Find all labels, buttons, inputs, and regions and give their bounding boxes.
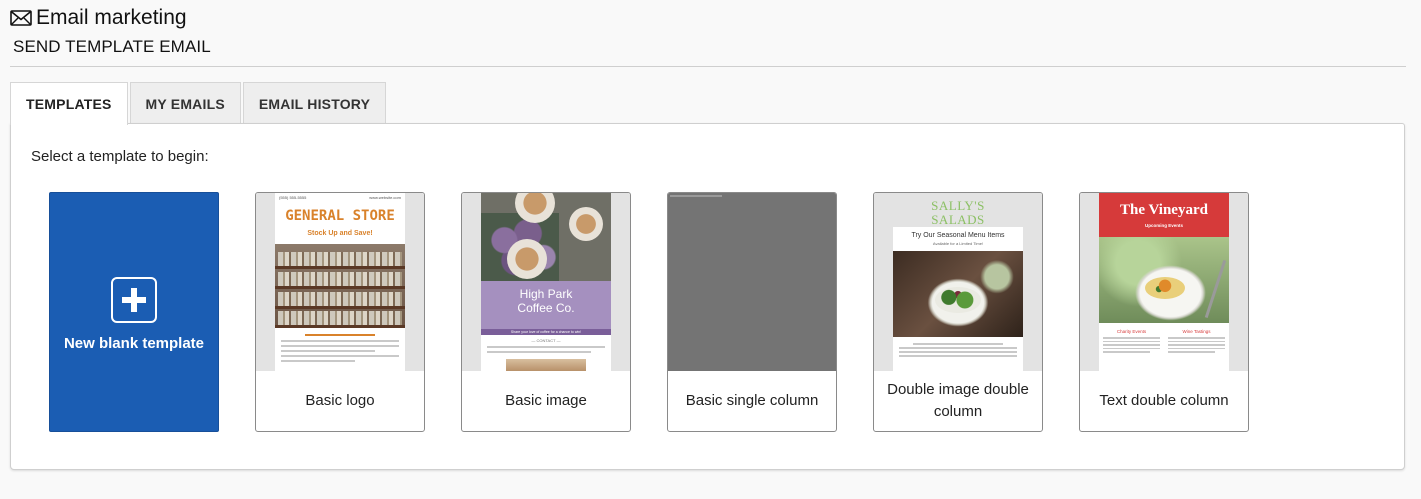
template-card-basic-single-column[interactable]: Basic single column	[667, 192, 837, 432]
preview-title-line1: High Park	[519, 287, 573, 301]
preview-pasta-image	[1099, 237, 1229, 323]
tab-my-emails[interactable]: MY EMAILS	[129, 82, 241, 124]
template-preview-basic-single-column	[668, 193, 836, 371]
preview-phone: (555) 555-5555	[279, 195, 307, 200]
envelope-icon	[10, 10, 32, 26]
plus-icon	[111, 276, 157, 323]
preview-tagline: Share your love of coffee for a chance t…	[481, 329, 611, 335]
preview-title-band: The Vineyard Upcoming Events	[1099, 193, 1229, 237]
preview-contact: — CONTACT —	[531, 338, 561, 343]
preview-col2-heading: Wine Tastings	[1182, 329, 1211, 334]
preview-page: Try Our Seasonal Menu Items Available fo…	[893, 227, 1023, 371]
preview-coffee-image	[481, 193, 611, 281]
template-preview-text-double-column: The Vineyard Upcoming Events Charity Eve…	[1080, 193, 1248, 371]
preview-page	[668, 193, 836, 371]
preview-topbar: (555) 555-5555 www.website.com	[275, 193, 405, 202]
preview-website: www.website.com	[369, 195, 401, 200]
tab-bar: TEMPLATES MY EMAILS EMAIL HISTORY	[10, 82, 387, 125]
preview-title: SALLY'S SALADS	[874, 193, 1042, 227]
new-blank-template-label: New blank template	[63, 334, 205, 352]
app-title-text: Email marketing	[36, 6, 187, 29]
template-name: Basic single column	[685, 392, 819, 409]
template-preview-basic-image: High Park Coffee Co. Share your love of …	[462, 193, 630, 371]
template-name: Text double column	[1099, 392, 1229, 409]
preview-headline: Try Our Seasonal Menu Items	[911, 232, 1005, 239]
template-card-double-image-double-column[interactable]: SALLY'S SALADS Try Our Seasonal Menu Ite…	[873, 192, 1043, 432]
page-subtitle: SEND TEMPLATE EMAIL	[13, 37, 211, 56]
template-name: Double image double column	[887, 381, 1029, 420]
preview-wood-image	[506, 359, 586, 371]
template-prompt: Select a template to begin:	[31, 148, 209, 165]
new-blank-template-card[interactable]: New blank template	[49, 192, 219, 432]
preview-shelves-image	[275, 244, 405, 328]
preview-title-line2: SALADS	[931, 212, 985, 227]
preview-salad-image	[893, 251, 1023, 337]
app-title: Email marketing	[10, 4, 187, 32]
tab-templates[interactable]: TEMPLATES	[10, 82, 128, 125]
template-preview-double-image-double-column: SALLY'S SALADS Try Our Seasonal Menu Ite…	[874, 193, 1042, 371]
template-card-basic-image[interactable]: High Park Coffee Co. Share your love of …	[461, 192, 631, 432]
template-card-basic-logo[interactable]: (555) 555-5555 www.website.com GENERAL S…	[255, 192, 425, 432]
preview-subtitle: Stock Up and Save!	[307, 230, 373, 237]
tab-email-history[interactable]: EMAIL HISTORY	[242, 82, 387, 124]
preview-title: The Vineyard	[1120, 202, 1208, 218]
preview-page: (555) 555-5555 www.website.com GENERAL S…	[275, 193, 405, 371]
preview-col1-heading: Charity Events	[1116, 329, 1147, 334]
template-preview-basic-logo: (555) 555-5555 www.website.com GENERAL S…	[256, 193, 424, 371]
template-name: Basic logo	[305, 392, 375, 409]
preview-title-band: High Park Coffee Co.	[481, 281, 611, 329]
preview-columns: Charity Events Wine Tastings	[1099, 323, 1229, 371]
preview-subline: Available for a Limited Time!	[932, 241, 984, 246]
template-name: Basic image	[505, 392, 587, 409]
page-header: Email marketing	[10, 4, 187, 32]
templates-panel: Select a template to begin: New blank te…	[10, 123, 1405, 470]
preview-page: High Park Coffee Co. Share your love of …	[481, 193, 611, 371]
preview-title-line2: Coffee Co.	[517, 301, 575, 315]
preview-title-line1: SALLY'S	[931, 198, 985, 213]
preview-subtitle: Upcoming Events	[1144, 223, 1183, 228]
template-card-text-double-column[interactable]: The Vineyard Upcoming Events Charity Eve…	[1079, 192, 1249, 432]
header-divider	[10, 66, 1406, 67]
preview-title: GENERAL STORE	[285, 208, 395, 224]
